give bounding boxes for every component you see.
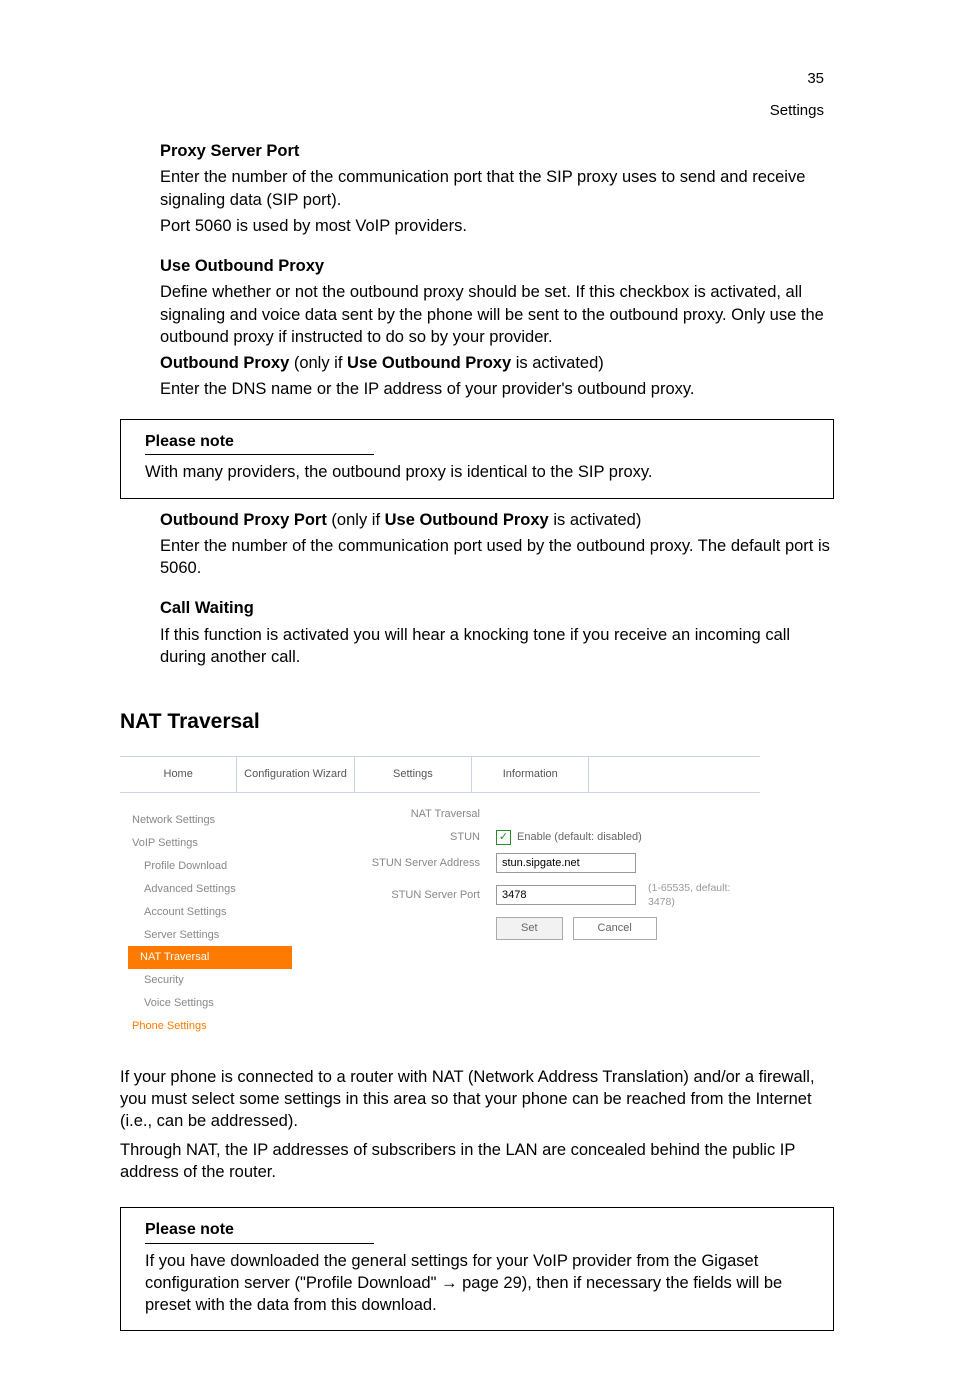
text-proxy-port-2: Port 5060 is used by most VoIP providers… <box>160 215 834 237</box>
sidebar-item-security[interactable]: Security <box>132 969 292 992</box>
sidebar-item-phone[interactable]: Phone Settings <box>132 1015 292 1038</box>
tab-config-wizard[interactable]: Configuration Wizard <box>237 757 354 792</box>
note-label-2: Please note <box>145 1219 374 1244</box>
sidebar-item-voip[interactable]: VoIP Settings <box>132 832 292 855</box>
label-stun-addr: STUN Server Address <box>320 856 496 871</box>
label-use-outbound: Use Outbound Proxy <box>160 257 324 275</box>
tab-home[interactable]: Home <box>120 757 237 792</box>
input-stun-addr[interactable] <box>496 853 636 873</box>
text-nat-1: If your phone is connected to a router w… <box>120 1066 834 1133</box>
tab-information[interactable]: Information <box>472 757 589 792</box>
only-if-1: (only if <box>289 354 347 372</box>
note-box-1: Please note With many providers, the out… <box>120 419 834 499</box>
text-outbound-port: Enter the number of the communication po… <box>160 535 834 580</box>
text-proxy-port-1: Enter the number of the communication po… <box>160 166 834 211</box>
sidebar-item-network[interactable]: Network Settings <box>132 809 292 832</box>
sidebar-item-voice[interactable]: Voice Settings <box>132 992 292 1015</box>
arrow-icon: → <box>441 1274 458 1292</box>
hint-stun-port: (1-65535, default: 3478) <box>648 881 760 909</box>
tab-bar: Home Configuration Wizard Settings Infor… <box>120 757 760 793</box>
text-stun-enable: Enable (default: disabled) <box>517 830 642 845</box>
note-label-1: Please note <box>145 431 374 456</box>
row-outbound-port: Outbound Proxy Port (only if Use Outboun… <box>160 509 834 531</box>
cancel-button[interactable]: Cancel <box>573 917 657 940</box>
row-outbound-proxy: Outbound Proxy (only if Use Outbound Pro… <box>160 352 834 374</box>
sidebar-item-profile-download[interactable]: Profile Download <box>132 855 292 878</box>
section-head: Settings <box>770 102 824 119</box>
label-outbound-port: Outbound Proxy Port <box>160 511 327 529</box>
note-text-1: With many providers, the outbound proxy … <box>145 461 813 483</box>
only-if-2: (only if <box>327 511 385 529</box>
label-stun-port: STUN Server Port <box>320 888 496 903</box>
note-text-2: If you have downloaded the general setti… <box>145 1250 813 1317</box>
tail-1: is activated) <box>511 354 604 372</box>
text-outbound-proxy: Enter the DNS name or the IP address of … <box>160 378 834 400</box>
tail-2: is activated) <box>549 511 642 529</box>
sidebar-item-account[interactable]: Account Settings <box>132 901 292 924</box>
form-title: NAT Traversal <box>320 807 496 822</box>
sidebar-item-server[interactable]: Server Settings <box>132 924 292 947</box>
sidebar-item-advanced[interactable]: Advanced Settings <box>132 878 292 901</box>
ref-outbound-2: Use Outbound Proxy <box>385 511 549 529</box>
sidebar-item-nat-traversal[interactable]: NAT Traversal <box>128 946 292 969</box>
config-screenshot: Home Configuration Wizard Settings Infor… <box>120 756 760 1045</box>
ref-outbound-1: Use Outbound Proxy <box>347 354 511 372</box>
label-outbound-proxy: Outbound Proxy <box>160 354 289 372</box>
checkbox-stun-enable[interactable]: ✓ <box>496 830 511 845</box>
sidebar: Network Settings VoIP Settings Profile D… <box>120 805 300 1045</box>
tab-settings[interactable]: Settings <box>355 757 472 792</box>
page-number: 35 <box>807 70 824 87</box>
label-proxy-port: Proxy Server Port <box>160 142 299 160</box>
text-nat-2: Through NAT, the IP addresses of subscri… <box>120 1139 834 1184</box>
heading-nat-traversal: NAT Traversal <box>120 708 834 736</box>
input-stun-port[interactable] <box>496 885 636 905</box>
set-button[interactable]: Set <box>496 917 563 940</box>
form-area: NAT Traversal STUN ✓ Enable (default: di… <box>300 805 760 1045</box>
note-box-2: Please note If you have downloaded the g… <box>120 1207 834 1331</box>
text-call-waiting: If this function is activated you will h… <box>160 624 834 669</box>
label-call-waiting: Call Waiting <box>160 599 254 617</box>
tab-blank <box>589 757 760 792</box>
text-use-outbound: Define whether or not the outbound proxy… <box>160 281 834 348</box>
label-stun: STUN <box>320 830 496 845</box>
